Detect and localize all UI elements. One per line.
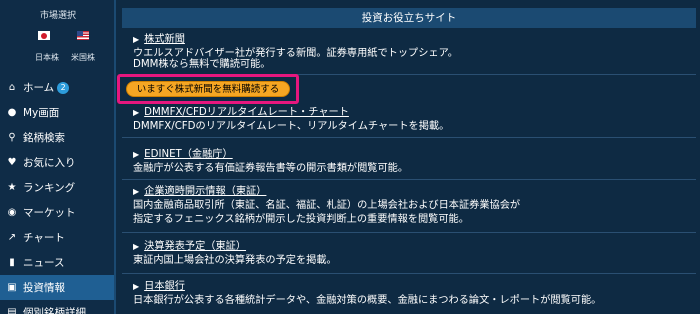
sidebar-item-ranking[interactable]: ★ ランキング bbox=[0, 175, 114, 200]
sidebar-item-label: 銘柄検索 bbox=[23, 132, 65, 144]
sidebar-item-search[interactable]: ⚲ 銘柄検索 bbox=[0, 125, 114, 150]
market-japan-label[interactable]: 日本株 bbox=[35, 52, 59, 63]
list-item: ▶ DMMFX/CFDリアルタイムレート・チャート DMMFX/CFDのリアルタイ… bbox=[122, 106, 696, 138]
document-icon: ▤ bbox=[7, 307, 17, 314]
entry-description: 指定するフェニックス銘柄が開示した投資判断上の重要情報を閲覧可能。 bbox=[133, 214, 469, 225]
subscribe-newspaper-button[interactable]: いますぐ株式新聞を無料購読する bbox=[126, 81, 290, 97]
entry-link[interactable]: 株式新聞 bbox=[144, 33, 185, 47]
entry-link[interactable]: EDINET（金融庁） bbox=[144, 148, 233, 162]
sidebar-item-news[interactable]: ▮ ニュース bbox=[0, 250, 114, 275]
triangle-bullet-icon: ▶ bbox=[133, 35, 140, 44]
sidebar-item-investment-info[interactable]: ▣ 投資情報 bbox=[0, 275, 114, 300]
main-content: 投資お役立ちサイト ▶ 株式新聞 ウエルスアドバイザー社が発行する新聞。証券専用紙… bbox=[118, 0, 700, 314]
entry-description: 東証内国上場会社の決算発表の予定を掲載。 bbox=[133, 255, 337, 266]
page-title: 投資お役立ちサイト bbox=[122, 8, 696, 28]
sidebar-item-label: ホーム bbox=[23, 82, 55, 94]
sidebar-nav: ⌂ ホーム 2 ● My画面 ⚲ 銘柄検索 ♥ お気に入り ★ ランキング ◉ … bbox=[0, 75, 114, 314]
search-icon: ⚲ bbox=[8, 132, 16, 143]
globe-icon: ◉ bbox=[7, 207, 17, 218]
triangle-bullet-icon: ▶ bbox=[133, 150, 140, 159]
heart-icon: ♥ bbox=[7, 157, 17, 168]
sidebar-item-label: 個別銘柄詳細 bbox=[23, 307, 86, 314]
market-us-label[interactable]: 米国株 bbox=[71, 52, 95, 63]
sidebar-item-label: ニュース bbox=[23, 257, 65, 269]
entry-link[interactable]: DMMFX/CFDリアルタイムレート・チャート bbox=[144, 106, 349, 120]
japan-flag-icon[interactable] bbox=[38, 31, 50, 40]
sidebar-item-market[interactable]: ◉ マーケット bbox=[0, 200, 114, 225]
user-icon: ● bbox=[7, 107, 17, 118]
list-item: ▶ 株式新聞 ウエルスアドバイザー社が発行する新聞。証券専用紙でトップシェア。 D… bbox=[122, 33, 696, 75]
list-item: ▶ 決算発表予定（東証） 東証内国上場会社の決算発表の予定を掲載。 bbox=[122, 240, 696, 274]
highlight-box: いますぐ株式新聞を無料購読する bbox=[117, 74, 299, 104]
home-icon: ⌂ bbox=[8, 82, 16, 93]
entry-description: 日本銀行が公表する各種統計データや、金融対策の概要、金融にまつわる論文・レポート… bbox=[133, 295, 602, 306]
entry-link[interactable]: 日本銀行 bbox=[144, 280, 185, 294]
entry-link[interactable]: 企業適時開示情報（東証） bbox=[144, 185, 266, 199]
sidebar-item-favorites[interactable]: ♥ お気に入り bbox=[0, 150, 114, 175]
list-item: ▶ EDINET（金融庁） 金融庁が公表する有価証券報告書等の開示書類が閲覧可能。 bbox=[122, 148, 696, 180]
sidebar: 市場選択 日本株 米国株 ⌂ ホーム 2 ● My画面 ⚲ 銘柄検索 ♥ お気に… bbox=[0, 0, 116, 314]
market-select-label: 市場選択 bbox=[39, 11, 76, 21]
trophy-icon: ★ bbox=[7, 182, 17, 193]
sidebar-item-my-page[interactable]: ● My画面 bbox=[0, 100, 114, 125]
sidebar-item-label: 投資情報 bbox=[23, 282, 65, 294]
sidebar-item-home[interactable]: ⌂ ホーム 2 bbox=[0, 75, 114, 100]
sidebar-item-chart[interactable]: ↗ チャート bbox=[0, 225, 114, 250]
notification-badge: 2 bbox=[57, 81, 70, 94]
entry-description: DMMFX/CFDのリアルタイムレート、リアルタイムチャートを掲載。 bbox=[133, 121, 450, 132]
sidebar-item-label: ランキング bbox=[23, 182, 76, 194]
sidebar-item-label: チャート bbox=[23, 232, 65, 244]
news-icon: ▮ bbox=[9, 257, 15, 268]
triangle-bullet-icon: ▶ bbox=[133, 282, 140, 291]
list-item: ▶ 企業適時開示情報（東証） 国内金融商品取引所（東証、名証、福証、札証）の上場会… bbox=[122, 185, 696, 233]
sidebar-item-label: お気に入り bbox=[23, 157, 76, 169]
triangle-bullet-icon: ▶ bbox=[133, 242, 140, 251]
list-item: ▶ 日本銀行 日本銀行が公表する各種統計データや、金融対策の概要、金融にまつわる論… bbox=[122, 280, 696, 314]
entry-description: 金融庁が公表する有価証券報告書等の開示書類が閲覧可能。 bbox=[133, 163, 409, 174]
triangle-bullet-icon: ▶ bbox=[133, 187, 140, 196]
sidebar-item-label: マーケット bbox=[23, 207, 76, 219]
entry-link[interactable]: 決算発表予定（東証） bbox=[144, 240, 246, 254]
sidebar-item-stock-detail[interactable]: ▤ 個別銘柄詳細 bbox=[0, 300, 114, 314]
triangle-bullet-icon: ▶ bbox=[133, 108, 140, 117]
us-flag-icon[interactable] bbox=[77, 31, 89, 40]
sidebar-item-label: My画面 bbox=[23, 107, 60, 119]
monitor-icon: ▣ bbox=[7, 282, 17, 293]
entry-description: 国内金融商品取引所（東証、名証、福証、札証）の上場会社および日本証券業協会が bbox=[133, 200, 521, 211]
chart-icon: ↗ bbox=[7, 232, 17, 243]
